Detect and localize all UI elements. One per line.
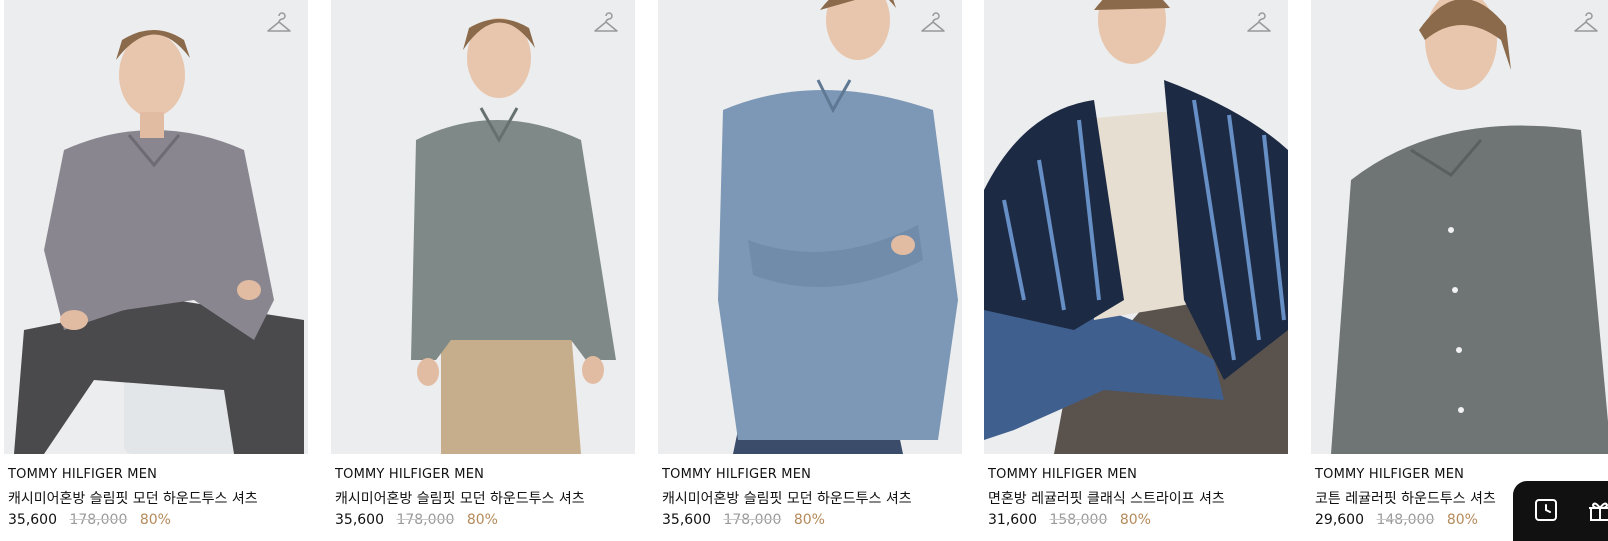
product-card[interactable]: TOMMY HILFIGER MEN 코튼 레귤러핏 하운드투스 셔츠 29,6…	[1311, 0, 1608, 532]
product-card[interactable]: TOMMY HILFIGER MEN 면혼방 레귤러핏 클래식 스트라이프 셔츠…	[984, 0, 1288, 532]
product-name[interactable]: 캐시미어혼방 슬림핏 모던 하운드투스 셔츠	[335, 488, 585, 508]
discount-rate: 80%	[466, 512, 498, 528]
product-name[interactable]: 캐시미어혼방 슬림핏 모던 하운드투스 셔츠	[662, 488, 912, 508]
original-price: 148,000	[1376, 512, 1435, 528]
product-image[interactable]	[331, 0, 635, 454]
hanger-icon[interactable]	[1573, 12, 1599, 38]
sale-price: 31,600	[988, 512, 1037, 528]
floating-quick-bar	[1513, 481, 1608, 541]
sale-price: 29,600	[1315, 512, 1364, 528]
original-price: 178,000	[69, 512, 128, 528]
product-name[interactable]: 캐시미어혼방 슬림핏 모던 하운드투스 셔츠	[8, 488, 258, 508]
product-grid: TOMMY HILFIGER MEN 캐시미어혼방 슬림핏 모던 하운드투스 셔…	[0, 0, 1608, 541]
discount-rate: 80%	[1446, 512, 1478, 528]
product-brand[interactable]: TOMMY HILFIGER MEN	[8, 467, 157, 482]
original-price: 158,000	[1049, 512, 1108, 528]
product-image[interactable]	[1311, 0, 1608, 454]
discount-rate: 80%	[1119, 512, 1151, 528]
hanger-icon[interactable]	[1246, 12, 1272, 38]
model-photo	[331, 0, 635, 454]
gift-icon[interactable]	[1587, 497, 1608, 523]
product-name[interactable]: 코튼 레귤러핏 하운드투스 셔츠	[1315, 488, 1496, 508]
product-image[interactable]	[4, 0, 308, 454]
price-row: 35,600 178,000 80%	[335, 512, 506, 528]
price-row: 35,600 178,000 80%	[662, 512, 833, 528]
recent-view-icon[interactable]	[1533, 497, 1559, 523]
hanger-icon[interactable]	[266, 12, 292, 38]
hanger-icon[interactable]	[920, 12, 946, 38]
product-card[interactable]: TOMMY HILFIGER MEN 캐시미어혼방 슬림핏 모던 하운드투스 셔…	[658, 0, 962, 532]
sale-price: 35,600	[662, 512, 711, 528]
product-brand[interactable]: TOMMY HILFIGER MEN	[662, 467, 811, 482]
hanger-icon[interactable]	[593, 12, 619, 38]
model-photo	[1311, 0, 1608, 454]
product-card[interactable]: TOMMY HILFIGER MEN 캐시미어혼방 슬림핏 모던 하운드투스 셔…	[331, 0, 635, 532]
product-image[interactable]	[658, 0, 962, 454]
product-image[interactable]	[984, 0, 1288, 454]
product-brand[interactable]: TOMMY HILFIGER MEN	[335, 467, 484, 482]
price-row: 35,600 178,000 80%	[8, 512, 179, 528]
product-card[interactable]: TOMMY HILFIGER MEN 캐시미어혼방 슬림핏 모던 하운드투스 셔…	[4, 0, 308, 532]
original-price: 178,000	[723, 512, 782, 528]
product-name[interactable]: 면혼방 레귤러핏 클래식 스트라이프 셔츠	[988, 488, 1225, 508]
discount-rate: 80%	[793, 512, 825, 528]
product-brand[interactable]: TOMMY HILFIGER MEN	[988, 467, 1137, 482]
price-row: 29,600 148,000 80%	[1315, 512, 1486, 528]
sale-price: 35,600	[8, 512, 57, 528]
model-photo	[658, 0, 962, 454]
price-row: 31,600 158,000 80%	[988, 512, 1159, 528]
discount-rate: 80%	[139, 512, 171, 528]
model-photo	[4, 0, 308, 454]
product-brand[interactable]: TOMMY HILFIGER MEN	[1315, 467, 1464, 482]
model-photo	[984, 0, 1288, 454]
original-price: 178,000	[396, 512, 455, 528]
sale-price: 35,600	[335, 512, 384, 528]
